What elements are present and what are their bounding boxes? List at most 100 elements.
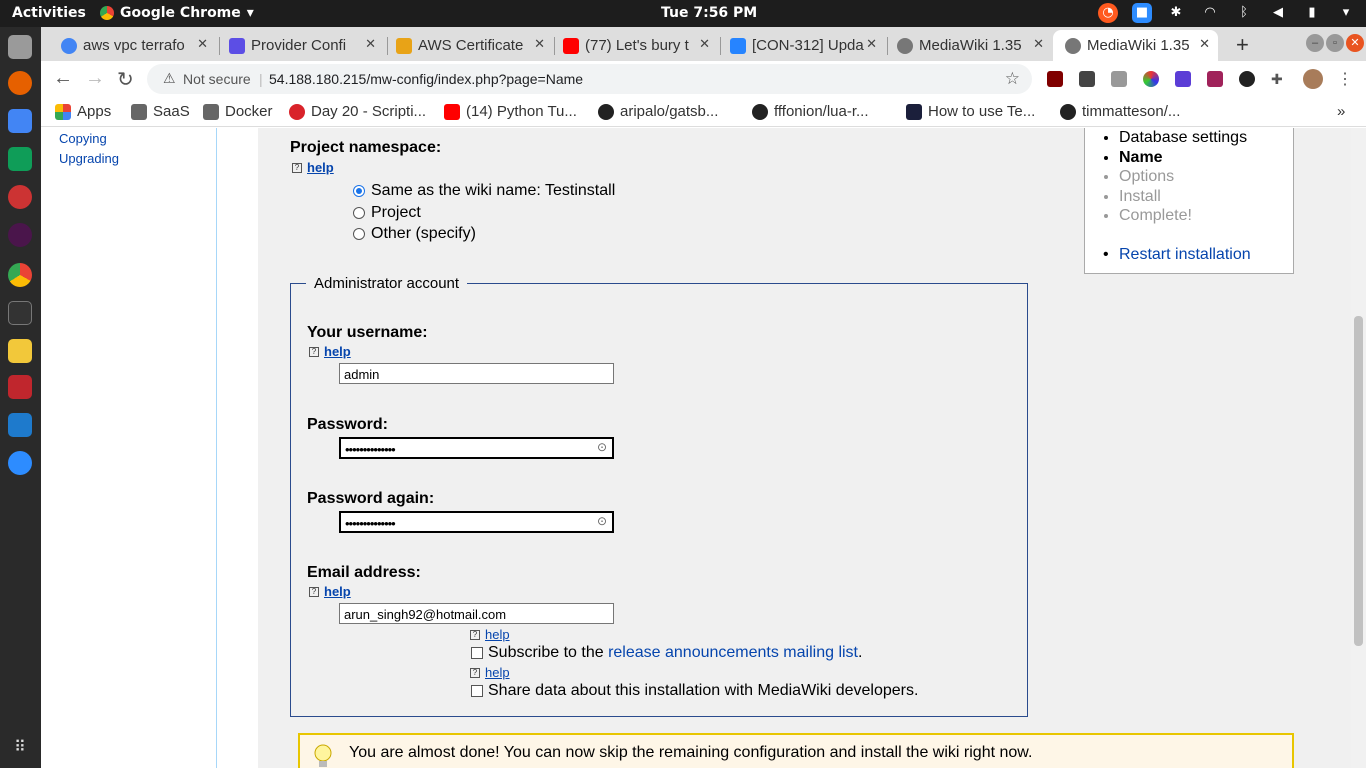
youtube-icon [563,38,579,54]
radio-button[interactable] [353,228,365,240]
close-icon[interactable]: ✕ [197,36,208,52]
subscribe-option[interactable]: Subscribe to the release announcements m… [471,644,862,662]
subscribe-checkbox[interactable] [471,647,483,659]
password-input[interactable]: •••••••••••••• ⊙ [339,437,614,459]
address-bar[interactable]: ⚠ Not secure | 54.188.180.215/mw-config/… [147,64,1032,94]
wifi-icon[interactable]: ◠ [1200,3,1220,23]
menu-icon[interactable]: ⋮ [1337,69,1353,89]
sidebar-link-upgrading[interactable]: Upgrading [59,151,119,166]
bookmark-star-icon[interactable]: ☆ [1005,69,1020,89]
system-tray[interactable]: ◔ ■ ✱ ◠ ᛒ ◀ ▮ ▾ [1098,3,1356,23]
namespace-help[interactable]: ? help [292,160,334,175]
docs-icon[interactable] [8,109,32,133]
email-input[interactable]: arun_singh92@hotmail.com [339,603,614,624]
subscribe-help[interactable]: ? help [470,627,510,642]
close-icon[interactable]: ✕ [866,36,877,52]
tab-provider-config[interactable]: Provider Confi ✕ [229,30,384,61]
show-apps-icon[interactable]: ⠿ [8,737,32,761]
restart-installation-link[interactable]: Restart installation [1103,246,1251,264]
app-icon[interactable] [8,375,32,399]
scrollbar-thumb[interactable] [1354,316,1363,646]
settings-icon[interactable] [8,185,32,209]
text-editor-icon[interactable] [8,339,32,363]
back-button[interactable]: ← [53,67,73,90]
password-again-label: Password again: [307,490,435,507]
bookmark-apps[interactable]: Apps [55,103,111,120]
mailing-list-link[interactable]: release announcements mailing list [608,644,858,661]
close-icon[interactable]: ✕ [699,36,710,52]
bookmark-fffonion[interactable]: fffonion/lua-r... [752,103,869,120]
not-secure-label[interactable]: Not secure [183,71,251,87]
files-icon[interactable] [8,35,32,59]
key-icon[interactable]: ⊙ [597,514,607,528]
tab-youtube[interactable]: (77) Let's bury t ✕ [563,30,718,61]
forward-button[interactable]: → [85,67,105,90]
bookmark-timmatteson[interactable]: timmatteson/... [1060,103,1180,120]
extension-h-icon[interactable] [1111,71,1127,87]
bookmark-python[interactable]: (14) Python Tu... [444,103,577,120]
close-icon[interactable]: ✕ [1199,36,1210,52]
extensions-puzzle-icon[interactable]: ✚ [1271,71,1287,87]
slack-tray-icon[interactable]: ✱ [1166,3,1186,23]
battery-icon[interactable]: ▮ [1302,3,1322,23]
bookmark-aripalo[interactable]: aripalo/gatsb... [598,103,718,120]
sidebar-link-copying[interactable]: Copying [59,131,107,146]
close-icon[interactable]: ✕ [1033,36,1044,52]
username-input[interactable]: admin [339,363,614,384]
email-help[interactable]: ? help [309,584,351,599]
close-window-button[interactable]: ✕ [1346,34,1364,52]
terminal-icon[interactable] [8,301,32,325]
bookmark-saas[interactable]: SaaS [131,103,190,120]
extension-chart-icon[interactable] [1207,71,1223,87]
warning-icon[interactable]: ⚠ [163,70,176,87]
close-icon[interactable]: ✕ [365,36,376,52]
tab-mediawiki-active[interactable]: MediaWiki 1.35 ✕ [1053,30,1218,61]
reload-button[interactable]: ↻ [117,67,134,92]
ns-option-project[interactable]: Project [353,204,421,222]
app-indicator-icon[interactable]: ◔ [1098,3,1118,23]
close-icon[interactable]: ✕ [534,36,545,52]
ublock-icon[interactable] [1047,71,1063,87]
maximize-button[interactable]: ▫ [1326,34,1344,52]
chrome-icon[interactable] [8,263,32,287]
radio-button[interactable] [353,207,365,219]
share-data-checkbox[interactable] [471,685,483,697]
ns-option-other[interactable]: Other (specify) [353,225,476,243]
url-text[interactable]: 54.188.180.215/mw-config/index.php?page=… [269,71,583,87]
chevron-down-icon[interactable]: ▾ [1336,3,1356,23]
new-tab-button[interactable]: + [1236,32,1249,58]
extension-circle-icon[interactable] [1143,71,1159,87]
bluetooth-icon[interactable]: ᛒ [1234,3,1254,23]
radio-button[interactable] [353,185,365,197]
extension-u-icon[interactable] [1175,71,1191,87]
clock[interactable]: Tue 7:56 PM [661,5,757,21]
minimize-button[interactable]: – [1306,34,1324,52]
bookmark-day20[interactable]: Day 20 - Scripti... [289,103,426,120]
extension-bug-icon[interactable] [1239,71,1255,87]
tab-aws-certificate[interactable]: AWS Certificate ✕ [396,30,553,61]
username-help[interactable]: ? help [309,344,351,359]
extension-icon[interactable] [1079,71,1095,87]
key-icon[interactable]: ⊙ [597,440,607,454]
bookmark-how-to-use[interactable]: How to use Te... [906,103,1035,120]
share-data-option[interactable]: Share data about this installation with … [471,682,918,700]
share-help[interactable]: ? help [470,665,510,680]
ns-option-wiki-name[interactable]: Same as the wiki name: Testinstall [353,182,615,200]
page-scrollbar[interactable] [1351,128,1366,768]
slack-icon[interactable] [8,223,32,247]
password-again-input[interactable]: •••••••••••••• ⊙ [339,511,614,533]
zoom-tray-icon[interactable]: ■ [1132,3,1152,23]
sheets-icon[interactable] [8,147,32,171]
vscode-icon[interactable] [8,413,32,437]
avatar[interactable] [1303,69,1323,89]
activities-button[interactable]: Activities [12,5,86,21]
tab-aws-vpc[interactable]: aws vpc terrafo ✕ [61,30,216,61]
tab-mediawiki[interactable]: MediaWiki 1.35 ✕ [897,30,1052,61]
more-bookmarks-icon[interactable]: » [1337,103,1345,120]
tab-jira[interactable]: [CON-312] Upda ✕ [730,30,885,61]
volume-icon[interactable]: ◀ [1268,3,1288,23]
app-menu[interactable]: Google Chrome ▾ [100,5,254,21]
zoom-icon[interactable] [8,451,32,475]
bookmark-docker[interactable]: Docker [203,103,273,120]
firefox-icon[interactable] [8,71,32,95]
